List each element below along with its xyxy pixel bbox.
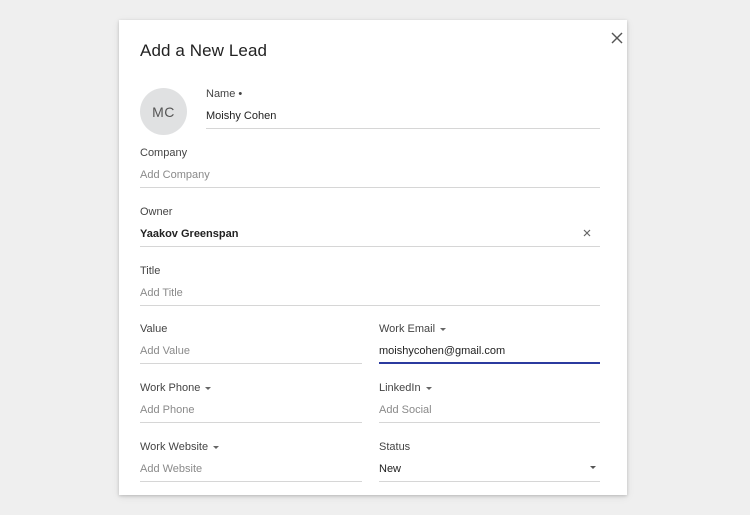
work-website-field[interactable]: Work Website Add Website <box>140 440 362 482</box>
chevron-down-icon[interactable] <box>440 327 447 331</box>
value-input[interactable]: Add Value <box>140 344 362 358</box>
owner-underline <box>140 246 600 247</box>
value-underline <box>140 363 362 364</box>
work-phone-input[interactable]: Add Phone <box>140 403 362 417</box>
title-underline <box>140 305 600 306</box>
clear-owner-icon[interactable] <box>582 225 592 237</box>
close-icon[interactable] <box>609 30 625 46</box>
work-website-underline <box>140 481 362 482</box>
value-field[interactable]: Value Add Value <box>140 322 362 364</box>
name-input[interactable]: Moishy Cohen <box>206 109 600 123</box>
title-label: Title <box>140 265 161 277</box>
linkedin-label[interactable]: LinkedIn <box>379 381 600 395</box>
work-phone-underline <box>140 422 362 423</box>
work-phone-label[interactable]: Work Phone <box>140 381 362 395</box>
required-mark: • <box>238 88 243 100</box>
work-email-input[interactable]: moishycohen@gmail.com <box>379 344 600 358</box>
work-phone-field[interactable]: Work Phone Add Phone <box>140 381 362 423</box>
linkedin-input[interactable]: Add Social <box>379 403 600 417</box>
linkedin-field[interactable]: LinkedIn Add Social <box>379 381 600 423</box>
company-input[interactable]: Add Company <box>140 168 600 182</box>
dialog-title: Add a New Lead <box>140 41 268 60</box>
work-email-field[interactable]: Work Email moishycohen@gmail.com <box>379 322 600 364</box>
company-field[interactable]: Company Add Company <box>140 146 600 188</box>
status-field[interactable]: Status New <box>379 440 600 482</box>
name-label: Name • <box>206 88 243 100</box>
value-label: Value <box>140 323 168 335</box>
linkedin-underline <box>379 422 600 423</box>
chevron-down-icon[interactable] <box>590 466 596 469</box>
chevron-down-icon[interactable] <box>205 386 212 390</box>
chevron-down-icon[interactable] <box>425 386 432 390</box>
work-email-underline <box>379 362 600 364</box>
work-website-input[interactable]: Add Website <box>140 462 362 476</box>
status-label: Status <box>379 441 411 453</box>
name-field[interactable]: Name • Moishy Cohen <box>206 87 600 129</box>
status-select[interactable]: New <box>379 462 600 476</box>
work-website-label[interactable]: Work Website <box>140 440 362 454</box>
title-input[interactable]: Add Title <box>140 286 600 300</box>
avatar[interactable]: MC <box>140 88 187 135</box>
work-email-label[interactable]: Work Email <box>379 322 600 336</box>
name-underline <box>206 128 600 129</box>
company-label: Company <box>140 147 188 159</box>
add-lead-dialog: Add a New Lead MC Name • Moishy Cohen Co… <box>119 20 627 495</box>
owner-input[interactable]: Yaakov Greenspan <box>140 227 600 241</box>
title-field[interactable]: Title Add Title <box>140 264 600 306</box>
owner-field[interactable]: Owner Yaakov Greenspan <box>140 205 600 247</box>
avatar-initials: MC <box>152 103 175 120</box>
chevron-down-icon[interactable] <box>213 445 220 449</box>
status-underline <box>379 481 600 482</box>
owner-label: Owner <box>140 206 173 218</box>
company-underline <box>140 187 600 188</box>
